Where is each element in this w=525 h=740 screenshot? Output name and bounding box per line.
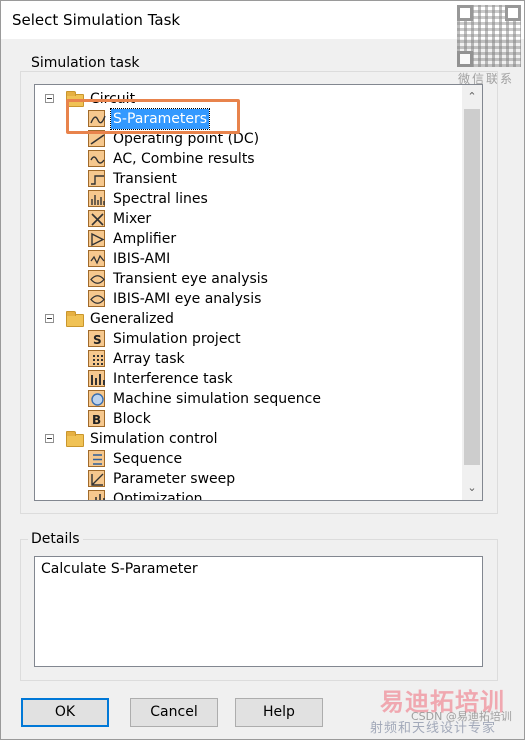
tree-item-label: Transient: [113, 171, 177, 187]
svg-text:S: S: [93, 333, 102, 347]
block-icon: B: [88, 410, 105, 427]
details-text: Calculate S-Parameter: [41, 561, 198, 577]
tree-item-row[interactable]: Parameter sweep: [35, 469, 455, 489]
ac-icon: [88, 150, 105, 167]
simulation-task-group-label: Simulation task: [28, 55, 143, 71]
array-icon: [88, 350, 105, 367]
tree-item-label: Array task: [113, 351, 185, 367]
tree-item-label: Simulation project: [113, 331, 241, 347]
tree-item-label: AC, Combine results: [113, 151, 255, 167]
tree-item-row[interactable]: Amplifier: [35, 229, 455, 249]
project-icon: S: [88, 330, 105, 347]
help-button[interactable]: Help: [235, 698, 323, 727]
tree-item-label: IBIS-AMI eye analysis: [113, 291, 262, 307]
tree-item-row[interactable]: Transient eye analysis: [35, 269, 455, 289]
cancel-button[interactable]: Cancel: [130, 698, 218, 727]
tree-item-label: Transient eye analysis: [113, 271, 268, 287]
tree-item-row[interactable]: Array task: [35, 349, 455, 369]
tree-category-label: Generalized: [90, 311, 174, 327]
title-bar: Select Simulation Task: [1, 1, 524, 39]
tree-item-label: Mixer: [113, 211, 152, 227]
scroll-up-icon[interactable]: ⌃: [462, 87, 482, 107]
tree-scrollbar[interactable]: ⌃ ⌄: [462, 85, 482, 500]
optimization-icon: [88, 490, 105, 500]
details-box: Calculate S-Parameter: [34, 556, 483, 667]
tree-item-row[interactable]: Transient: [35, 169, 455, 189]
eye-icon: [88, 270, 105, 287]
collapse-icon[interactable]: [45, 314, 54, 323]
watermark-brand-sub: 射频和天线设计专家: [370, 721, 497, 736]
dialog-window: Select Simulation Task 微信联系 Simulation t…: [0, 0, 525, 740]
sequence-icon: [88, 450, 105, 467]
machine-icon: [88, 390, 105, 407]
collapse-icon[interactable]: [45, 94, 54, 103]
collapse-icon[interactable]: [45, 434, 54, 443]
tree-item-row[interactable]: Sequence: [35, 449, 455, 469]
scroll-thumb[interactable]: [464, 109, 480, 465]
tree-item-label: Parameter sweep: [113, 471, 236, 487]
tree-item-row[interactable]: IBIS-AMI: [35, 249, 455, 269]
tree-item-label: Block: [113, 411, 151, 427]
tree-item-label: Amplifier: [113, 231, 177, 247]
tree-item-row[interactable]: Interference task: [35, 369, 455, 389]
qr-code-image: [457, 5, 521, 67]
interference-icon: [88, 370, 105, 387]
eye-icon: [88, 290, 105, 307]
scroll-down-icon[interactable]: ⌄: [462, 478, 482, 498]
sweep-icon: [88, 470, 105, 487]
transient-icon: [88, 170, 105, 187]
ibis-icon: [88, 250, 105, 267]
tree-category-row[interactable]: Simulation control: [35, 429, 455, 449]
tree-item-label: Sequence: [113, 451, 183, 467]
ok-button[interactable]: OK: [21, 698, 109, 727]
tree-item-label: Spectral lines: [113, 191, 208, 207]
folder-icon: [66, 431, 84, 447]
tree-item-row[interactable]: Optimization: [35, 489, 455, 501]
annotation-highlight-box: [66, 99, 240, 134]
simulation-task-tree[interactable]: Circuit S-Parameters Operating point (DC) A…: [34, 84, 483, 501]
tree-category-row[interactable]: Generalized: [35, 309, 455, 329]
window-title: Select Simulation Task: [12, 11, 181, 29]
tree-item-label: Interference task: [113, 371, 233, 387]
mixer-icon: [88, 210, 105, 227]
details-group-label: Details: [28, 531, 83, 547]
tree-item-row[interactable]: Mixer: [35, 209, 455, 229]
tree-item-label: Optimization: [113, 491, 203, 501]
tree-item-row[interactable]: S Simulation project: [35, 329, 455, 349]
tree-item-row[interactable]: Machine simulation sequence: [35, 389, 455, 409]
tree-category-label: Simulation control: [90, 431, 218, 447]
tree-item-row[interactable]: AC, Combine results: [35, 149, 455, 169]
folder-icon: [66, 311, 84, 327]
tree-item-row[interactable]: B Block: [35, 409, 455, 429]
tree-item-label: Machine simulation sequence: [113, 391, 321, 407]
svg-text:B: B: [92, 413, 101, 427]
spectral-icon: [88, 190, 105, 207]
tree-item-label: IBIS-AMI: [113, 251, 171, 267]
tree-item-row[interactable]: Spectral lines: [35, 189, 455, 209]
tree-item-row[interactable]: IBIS-AMI eye analysis: [35, 289, 455, 309]
amplifier-icon: [88, 230, 105, 247]
